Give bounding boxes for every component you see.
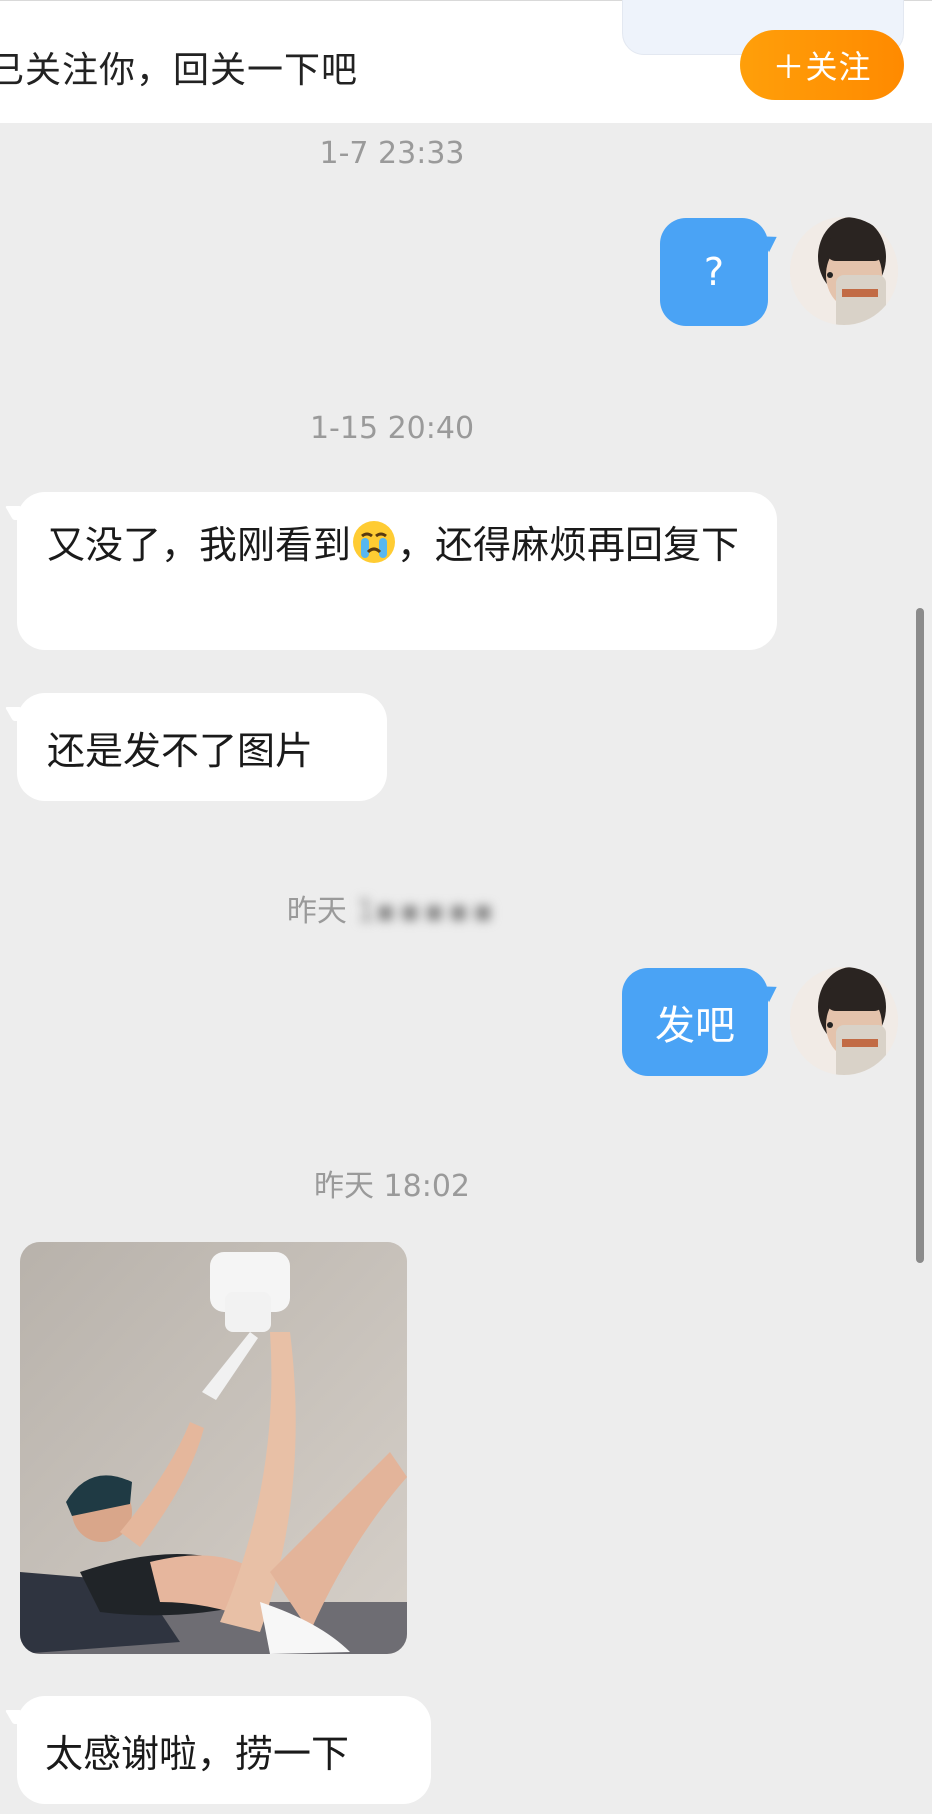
message-text: ，还得麻烦再回复下 [397,523,740,567]
incoming-message-bubble[interactable]: 又没了，我刚看到 ，还得麻烦再回复下 [17,492,777,650]
timestamp-blurred-time: 1 [356,894,376,929]
follow-button[interactable]: ＋关注 [740,30,904,100]
follow-prompt-text: 已关注你，回关一下吧 [0,50,359,91]
crying-face-emoji-icon [351,519,397,579]
avatar[interactable] [790,967,898,1075]
scrollbar-thumb[interactable] [916,608,924,1263]
follow-banner: 已关注你，回关一下吧 ＋关注 [0,0,932,123]
message-timestamp: 1-15 20:40 [309,411,475,446]
incoming-message-bubble[interactable]: 太感谢啦，捞一下 [17,1696,431,1804]
avatar-photo [790,217,898,325]
outgoing-message-bubble[interactable]: 发吧 [622,968,768,1076]
message-text: 太感谢啦，捞一下 [45,1731,350,1776]
message-timestamp: 1-7 23:33 [319,136,465,171]
message-timestamp: 昨天 1▪▪▪▪▪ [0,886,784,930]
message-text: 还是发不了图片 [47,728,314,773]
blurred-redaction: ▪▪▪▪▪ [375,894,498,929]
message-text: 发吧 [655,1003,735,1049]
avatar[interactable] [790,217,898,325]
incoming-message-bubble[interactable]: 还是发不了图片 [17,693,387,801]
outgoing-message-bubble[interactable]: ? [660,218,768,326]
timestamp-day: 昨天 [286,894,347,929]
avatar-photo [790,967,898,1075]
message-timestamp: 昨天 18:02 [314,1169,470,1204]
image-message[interactable] [20,1242,407,1654]
message-text: ? [703,250,725,294]
message-text: 又没了，我刚看到 [47,523,352,567]
photo-content [20,1242,407,1654]
